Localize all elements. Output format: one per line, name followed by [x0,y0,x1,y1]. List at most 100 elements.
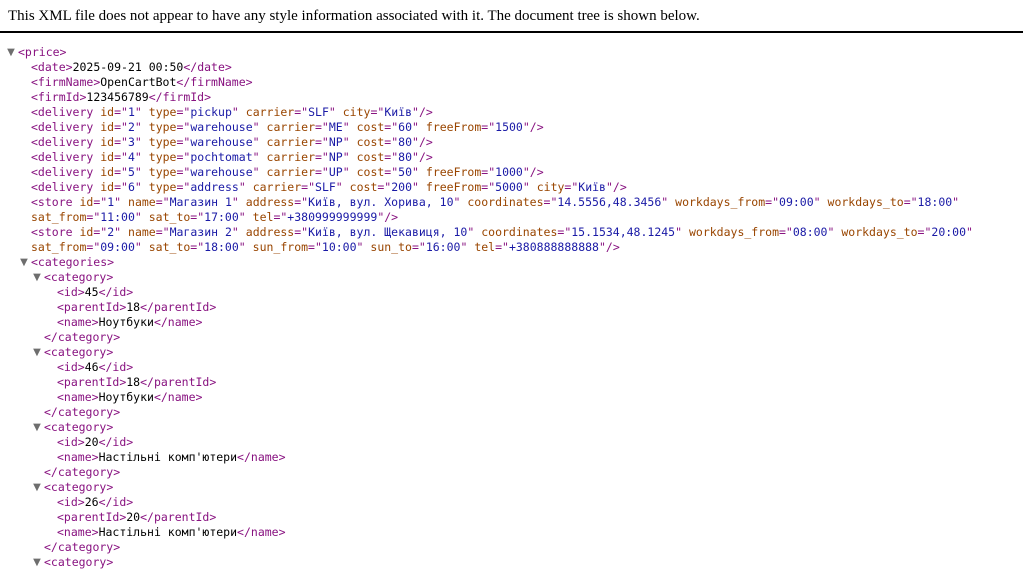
xml-attr-quote: " [238,240,246,254]
xml-close-tag: </category> [44,405,121,419]
xml-tag-name: <name [57,525,92,539]
xml-attr-value: 18:00 [204,240,239,254]
xml-tag-name: <category [44,480,107,494]
xml-attr-value: 5000 [495,180,523,194]
xml-attr-quote: " [460,240,468,254]
xml-attr-eq: =" [315,120,329,134]
xml-attr-quote: " [134,150,142,164]
xml-attr-quote: " [605,180,613,194]
collapse-toggle-icon[interactable]: ▼ [32,480,42,495]
xml-tag-name: <categories [31,255,108,269]
xml-attr-quote: " [952,195,960,209]
xml-attr-name: city [536,180,565,194]
xml-close-tag: </category> [44,465,121,479]
xml-tag-name: <price [18,45,60,59]
xml-attr-name: type [148,180,177,194]
xml-tag-end: > [65,60,73,74]
xml-tag-name: <parentId [57,510,120,524]
xml-close-tag: </category> [44,540,121,554]
xml-attr-quote: " [356,240,364,254]
xml-attr-name: sun_to [370,240,412,254]
xml-attr-name: sat_to [148,210,191,224]
xml-tag-name: <delivery [31,150,94,164]
xml-attr-eq: =" [495,240,509,254]
xml-tag-name: <category [44,270,107,284]
collapse-toggle-icon[interactable]: ▼ [32,420,42,435]
xml-attr-value: 6 [127,180,135,194]
xml-attr-eq: =" [481,180,496,194]
xml-tag-name: <parentId [57,300,120,314]
xml-attr-value: +380999999999 [287,210,378,224]
xml-parentid: <parentId>18</parentId> [0,375,1023,390]
xml-attr-eq: =" [543,195,558,209]
xml-attr-quote: " [328,105,336,119]
xml-attr-name: type [148,165,177,179]
xml-attr-quote: " [252,135,260,149]
xml-tag-name: <delivery [31,180,94,194]
xml-tag-name: <delivery [31,105,94,119]
xml-attr-value: 11:00 [100,210,135,224]
xml-close-tag: </id> [98,435,134,449]
xml-delivery: <delivery id="1" type="pickup" carrier="… [0,105,1023,120]
xml-text-value: 26 [84,495,99,509]
xml-attr-eq: =" [93,195,108,209]
xml-attr-eq: =" [384,165,399,179]
xml-attr-name: city [342,105,371,119]
xml-attr-quote: " [453,195,461,209]
xml-tag-end: > [77,495,85,509]
xml-delivery: <delivery id="6" type="address" carrier=… [0,180,1023,195]
xml-close-tag: </category> [44,330,121,344]
xml-attr-value: 17:00 [204,210,239,224]
xml-attr-eq: =" [190,240,205,254]
xml-close-tag: </parentId> [140,510,217,524]
xml-attr-quote: " [342,135,350,149]
collapse-toggle-icon[interactable]: ▼ [32,555,42,570]
xml-tag-name: <name [57,315,92,329]
xml-tag-end: /> [529,165,544,179]
xml-close-tag: </id> [98,360,134,374]
xml-attr-name: carrier [252,180,302,194]
xml-attr-eq: =" [557,225,572,239]
collapse-toggle-icon[interactable]: ▼ [32,345,42,360]
xml-text-value: 20 [84,435,99,449]
xml-attr-quote: " [231,195,239,209]
collapse-toggle-icon[interactable]: ▼ [32,270,42,285]
xml-attr-eq: =" [377,180,392,194]
xml-open-category: ▼ <category> [0,345,1023,360]
xml-attr-quote: " [412,150,419,164]
xml-attr-quote: " [231,105,239,119]
collapse-toggle-icon[interactable]: ▼ [6,45,16,60]
xml-attr-eq: =" [564,180,579,194]
xml-attr-value: 200 [391,180,413,194]
xml-attr-quote: " [412,135,419,149]
xml-attr-name: cost [356,120,385,134]
xml-open-category: ▼ <category> [0,270,1023,285]
xml-attr-quote: " [342,120,350,134]
xml-name: <name>Ноутбуки</name> [0,315,1023,330]
xml-text-value: 18 [126,300,141,314]
xml-attr-name: freeFrom [425,165,482,179]
xml-attr-quote: " [134,135,142,149]
xml-attr-eq: =" [114,135,128,149]
collapse-toggle-icon[interactable]: ▼ [19,255,29,270]
xml-attr-eq: =" [301,180,316,194]
xml-attr-value: 09:00 [100,240,135,254]
xml-tag-end: > [91,525,99,539]
xml-attr-name: workdays_from [675,195,766,209]
xml-close-tag: </name> [237,525,286,539]
xml-attr-name: workdays_to [827,195,904,209]
xml-attr-eq: =" [384,150,399,164]
xml-attr-name: id [100,150,115,164]
xml-attr-eq: =" [93,225,108,239]
xml-attr-name: tel [252,210,274,224]
xml-open-categories: ▼ <categories> [0,255,1023,270]
xml-attr-name: workdays_from [688,225,779,239]
xml-attr-eq: =" [114,165,128,179]
xml-tag-end: /> [529,120,544,134]
xml-store: <store id="2" name="Магазин 2" address="… [0,225,1006,255]
xml-firmid: <firmId>123456789</firmId> [0,90,1023,105]
xml-attr-quote: " [412,120,419,134]
xml-tag-end: > [91,390,99,404]
xml-attr-name: workdays_to [841,225,918,239]
xml-attr-quote: " [134,165,142,179]
